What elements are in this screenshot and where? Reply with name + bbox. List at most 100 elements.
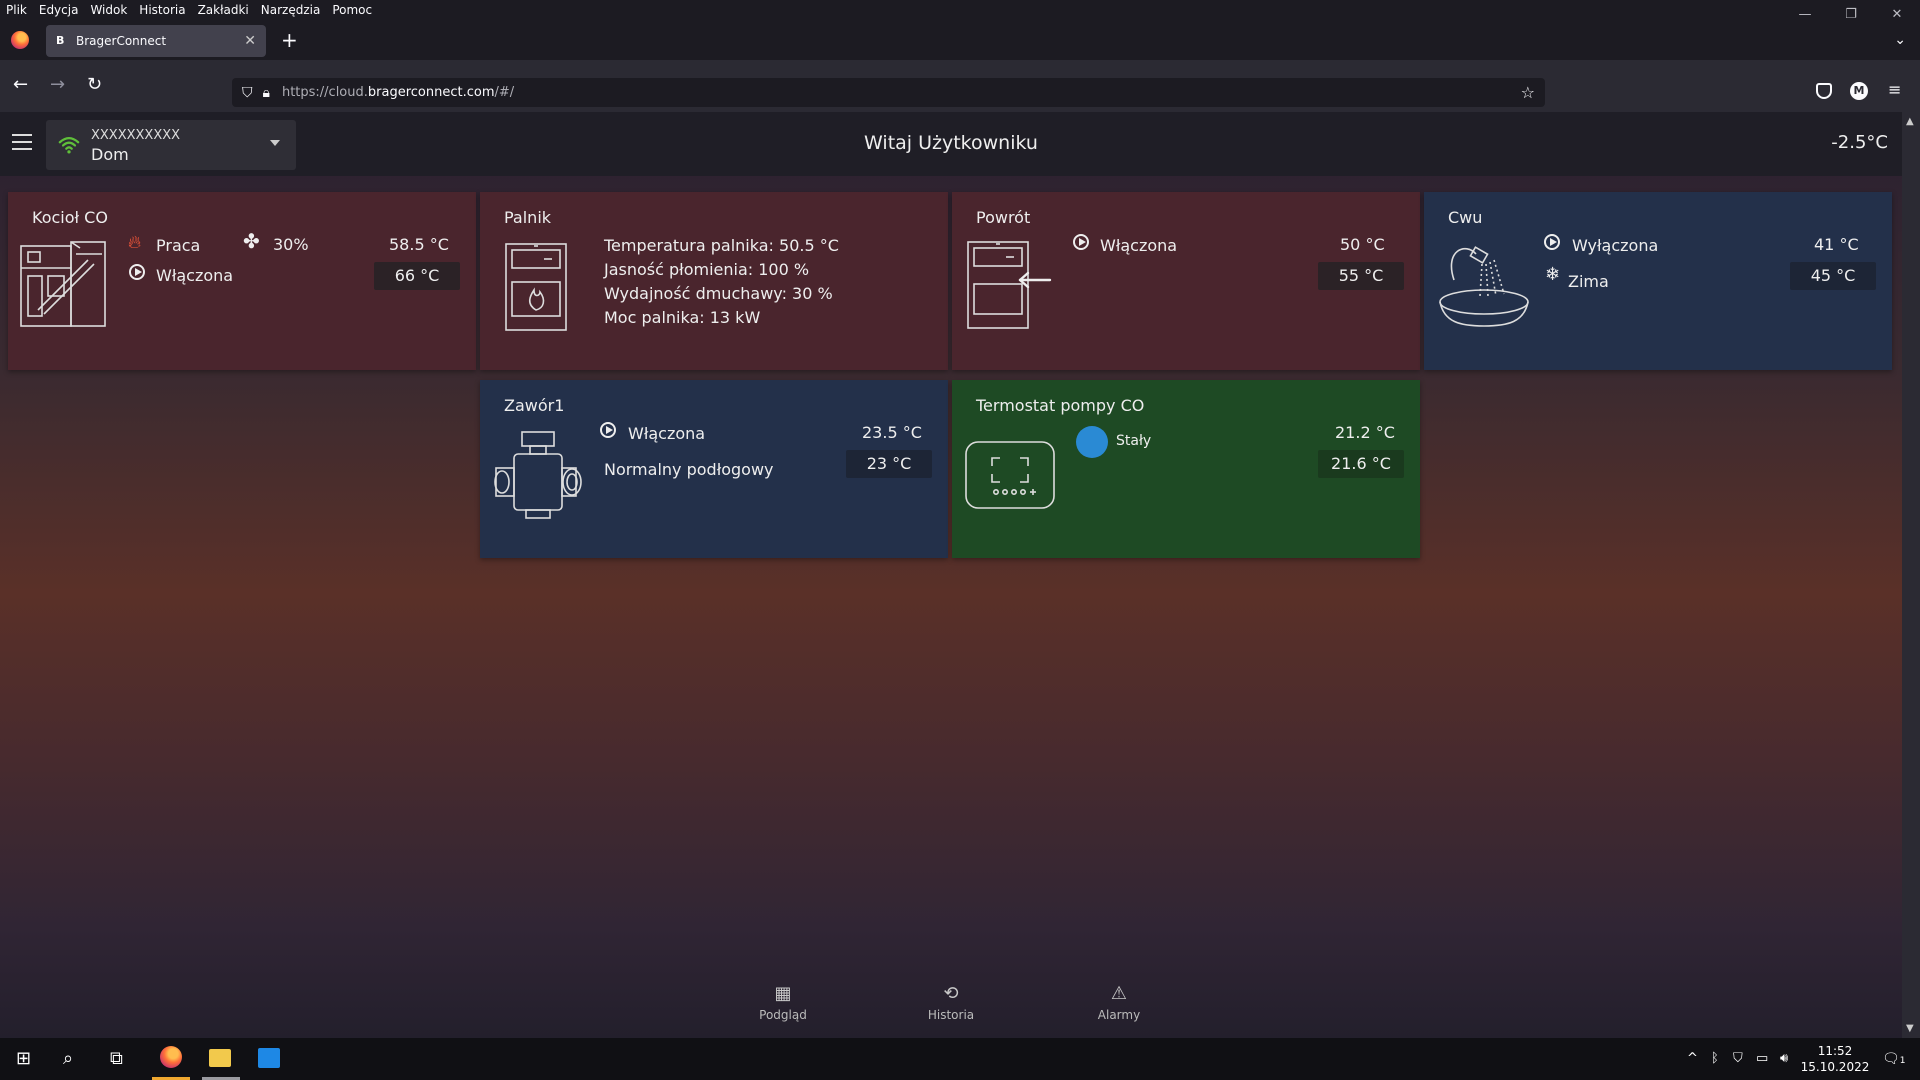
menu-help[interactable]: Pomoc xyxy=(332,3,372,17)
outdoor-temperature: -2.5°C xyxy=(1831,132,1888,153)
file-explorer-icon[interactable] xyxy=(209,1049,231,1067)
tile-cwu[interactable]: Cwu Wyłączona ❄ Zima 41 °C 45 °C xyxy=(1424,192,1892,370)
menu-view[interactable]: Widok xyxy=(90,3,127,17)
tile-title: Cwu xyxy=(1448,208,1483,227)
store-icon[interactable] xyxy=(258,1048,280,1068)
tile-zawor1[interactable]: Zawór1 Włączona Normalny podłogowy 23.5 … xyxy=(480,380,948,558)
scroll-down-icon[interactable]: ▼ xyxy=(1906,1023,1914,1034)
pump-play-icon xyxy=(1544,234,1560,250)
tray-overflow-icon[interactable]: ^ xyxy=(1687,1051,1698,1066)
boiler-icon xyxy=(20,241,106,327)
volume-icon[interactable]: 🔊︎ xyxy=(1780,1051,1788,1066)
tile-termostat-pompy-co[interactable]: Termostat pompy CO Stały 21.2 °C 21.6 °C xyxy=(952,380,1420,558)
nav-historia[interactable]: ⟲ Historia xyxy=(906,983,996,1023)
snowflake-icon: ❄ xyxy=(1545,264,1561,285)
grid-icon: ▦ xyxy=(774,983,792,1004)
tile-powrot[interactable]: Powrót Włączona 50 °C 55 °C xyxy=(952,192,1420,370)
boiler-status: Praca xyxy=(156,236,201,255)
windows-start-icon[interactable]: ⊞ xyxy=(16,1048,31,1070)
welcome-text: Witaj Użytkowniku xyxy=(864,132,1038,154)
setpoint-value[interactable]: 55 °C xyxy=(1318,262,1404,290)
pump-status: Włączona xyxy=(628,424,706,443)
pump-status: Włączona xyxy=(1100,236,1178,255)
reload-icon[interactable]: ↻ xyxy=(87,74,102,96)
valve-mode: Normalny podłogowy xyxy=(604,460,774,479)
pocket-icon[interactable] xyxy=(1816,83,1832,99)
nav-podglad[interactable]: ▦ Podgląd xyxy=(738,983,828,1023)
mixing-valve-icon xyxy=(494,431,582,519)
burner-temperature: Temperatura palnika: 50.5 °C xyxy=(604,236,839,255)
tab-bragerconnect[interactable]: B BragerConnect ✕ xyxy=(46,25,266,57)
bookmark-star-icon[interactable]: ☆ xyxy=(1521,83,1535,102)
warning-icon: ⚠ xyxy=(1110,983,1128,1004)
pump-status: Wyłączona xyxy=(1572,236,1659,255)
history-icon: ⟲ xyxy=(943,983,959,1004)
pump-play-icon xyxy=(1073,234,1089,250)
app-header: XXXXXXXXXX Dom Witaj Użytkowniku -2.5°C xyxy=(0,112,1902,176)
scroll-up-icon[interactable]: ▲ xyxy=(1906,116,1914,127)
new-tab-icon[interactable]: + xyxy=(281,30,298,50)
setpoint-value[interactable]: 66 °C xyxy=(374,262,460,290)
forward-icon[interactable]: → xyxy=(50,74,65,96)
pump-play-icon xyxy=(600,422,616,438)
back-icon[interactable]: ← xyxy=(13,74,28,96)
season-mode: Zima xyxy=(1568,272,1609,291)
tile-title: Palnik xyxy=(504,208,552,227)
lock-icon[interactable]: 🔒︎ xyxy=(263,85,270,101)
return-icon xyxy=(967,241,1052,329)
setpoint-value[interactable]: 45 °C xyxy=(1790,262,1876,290)
pump-play-icon xyxy=(129,264,145,280)
fan-speed: 30% xyxy=(273,235,309,254)
boiler-temperature: 58.5 °C xyxy=(389,235,449,254)
firefox-taskbar-icon[interactable] xyxy=(160,1046,182,1068)
burner-power: Moc palnika: 13 kW xyxy=(604,308,761,327)
system-clock[interactable]: 11:52 15.10.2022 xyxy=(1790,1043,1880,1075)
blower-output: Wydajność dmuchawy: 30 % xyxy=(604,284,833,303)
thermostat-temperature: 21.2 °C xyxy=(1335,423,1395,442)
notifications-icon[interactable]: 🗨︎1 xyxy=(1882,1051,1906,1067)
bluetooth-icon[interactable]: ᛒ xyxy=(1711,1051,1719,1066)
menu-history[interactable]: Historia xyxy=(139,3,185,17)
tracking-shield-icon[interactable]: ⛉ xyxy=(242,85,253,101)
windows-taskbar: ⊞ ⌕ ⧉ ^ ᛒ ⛉ ▭ 🔊︎ 11:52 15.10.2022 🗨︎1 xyxy=(0,1038,1920,1080)
hot-water-temperature: 41 °C xyxy=(1814,235,1859,254)
return-temperature: 50 °C xyxy=(1340,235,1385,254)
tile-kociol-co[interactable]: Kocioł CO 🔥︎ Praca ✤ 30% 58.5 °C Włączon… xyxy=(8,192,476,370)
tab-bar: B BragerConnect ✕ + ⌄ xyxy=(0,20,1920,60)
valve-temperature: 23.5 °C xyxy=(862,423,922,442)
brager-favicon-icon: B xyxy=(56,34,65,47)
tile-title: Zawór1 xyxy=(504,396,565,415)
page-scrollbar[interactable]: ▲ ▼ xyxy=(1902,112,1920,1038)
task-view-icon[interactable]: ⧉ xyxy=(110,1048,123,1070)
menu-bookmarks[interactable]: Zakładki xyxy=(198,3,249,17)
tile-title: Powrót xyxy=(976,208,1031,227)
tile-title: Kocioł CO xyxy=(32,208,108,227)
menu-edit[interactable]: Edycja xyxy=(39,3,79,17)
thermostat-icon xyxy=(965,441,1055,509)
tab-close-icon[interactable]: ✕ xyxy=(244,33,256,49)
tile-palnik[interactable]: Palnik Temperatura palnika: 50.5 °C Jasn… xyxy=(480,192,948,370)
nav-alarmy[interactable]: ⚠ Alarmy xyxy=(1074,983,1164,1023)
shower-basin-icon xyxy=(1439,246,1529,327)
account-avatar[interactable]: M xyxy=(1850,82,1868,100)
setpoint-value[interactable]: 21.6 °C xyxy=(1318,450,1404,478)
url-text: https://cloud.bragerconnect.com/#/ xyxy=(281,85,515,100)
pump-status: Włączona xyxy=(156,266,234,285)
app-menu-icon[interactable]: ≡ xyxy=(1888,80,1901,99)
security-icon[interactable]: ⛉ xyxy=(1733,1051,1743,1066)
flame-icon: 🔥︎ xyxy=(128,232,142,253)
thermostat-state-indicator xyxy=(1076,426,1108,458)
menu-file[interactable]: Plik xyxy=(6,3,27,17)
network-icon[interactable]: ▭ xyxy=(1756,1051,1768,1066)
browser-menubar: Plik Edycja Widok Historia Zakładki Narz… xyxy=(0,0,1920,20)
web-page: XXXXXXXXXX Dom Witaj Użytkowniku -2.5°C … xyxy=(0,112,1902,1038)
flame-brightness: Jasność płomienia: 100 % xyxy=(604,260,810,279)
search-icon[interactable]: ⌕ xyxy=(63,1048,73,1070)
list-all-tabs-icon[interactable]: ⌄ xyxy=(1894,32,1906,48)
menu-tools[interactable]: Narzędzia xyxy=(261,3,321,17)
burner-icon xyxy=(505,243,567,331)
thermostat-mode: Stały xyxy=(1116,433,1152,449)
setpoint-value[interactable]: 23 °C xyxy=(846,450,932,478)
tab-title: BragerConnect xyxy=(76,34,167,48)
url-bar[interactable]: ⛉ 🔒︎ https://cloud.bragerconnect.com/#/ … xyxy=(232,78,1545,107)
